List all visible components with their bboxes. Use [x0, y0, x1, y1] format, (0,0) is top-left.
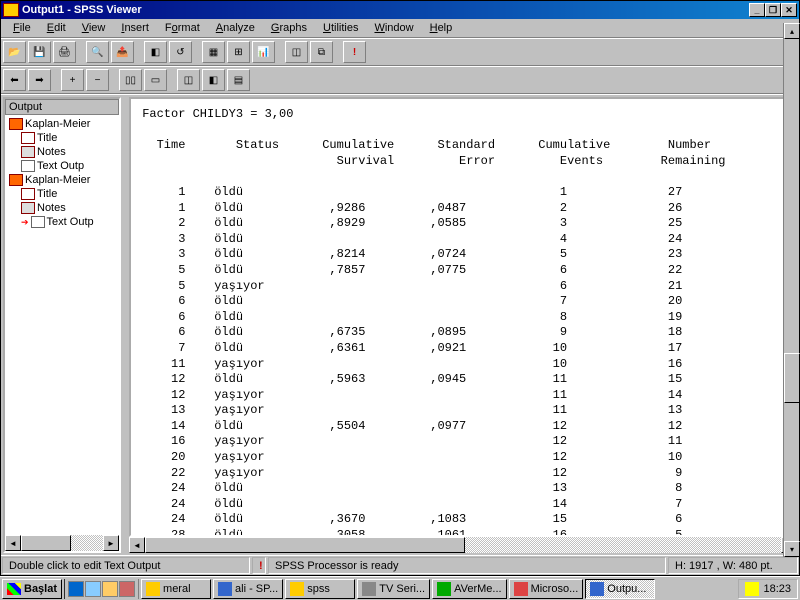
tree-item[interactable]: Notes — [7, 201, 117, 215]
app-window: Output1 - SPSS Viewer _ ❐ ✕ File Edit Vi… — [0, 0, 800, 576]
windows-flag-icon — [7, 583, 21, 595]
tree-item[interactable]: Kaplan-Meier — [7, 117, 117, 131]
status-processor: SPSS Processor is ready — [268, 557, 666, 574]
outline-tree[interactable]: Kaplan-MeierTitleNotesText OutpKaplan-Me… — [5, 115, 119, 535]
dialog-icon[interactable]: ◧ — [144, 41, 167, 63]
window-title: Output1 - SPSS Viewer — [22, 4, 749, 16]
taskbar-item[interactable]: spss — [285, 579, 355, 599]
taskbar-item[interactable]: meral — [141, 579, 211, 599]
taskbar-item[interactable]: Outpu... — [585, 579, 655, 599]
ql-app-icon[interactable] — [119, 581, 135, 597]
ql-ie-icon[interactable] — [68, 581, 84, 597]
start-label: Başlat — [24, 583, 57, 595]
taskbar-item[interactable]: TV Seri... — [357, 579, 430, 599]
open-icon[interactable]: 📂 — [3, 41, 26, 63]
save-icon[interactable]: 💾 — [28, 41, 51, 63]
outline-icon[interactable]: ▯▯ — [119, 69, 142, 91]
start-button[interactable]: Başlat — [2, 579, 62, 599]
toolbar-2: ⬅ ➡ + − ▯▯ ▭ ◫ ◧ ▤ — [1, 66, 799, 94]
back-icon[interactable]: ⬅ — [3, 69, 26, 91]
taskbar-item[interactable]: AVerMe... — [432, 579, 506, 599]
demote-icon[interactable]: − — [86, 69, 109, 91]
status-flag-icon: ! — [252, 557, 266, 574]
tree-hscroll[interactable]: ◄► — [5, 535, 119, 551]
output-vscroll[interactable]: ▴ ▾ — [783, 94, 799, 555]
menu-help[interactable]: Help — [422, 20, 461, 36]
export-icon[interactable]: 📤 — [111, 41, 134, 63]
goto-icon[interactable]: ▦ — [202, 41, 225, 63]
status-bar: Double click to edit Text Output ! SPSS … — [1, 555, 799, 575]
tree-item[interactable]: Title — [7, 187, 117, 201]
minimize-button[interactable]: _ — [749, 3, 765, 17]
titlebar: Output1 - SPSS Viewer _ ❐ ✕ — [1, 1, 799, 19]
toolbar-1: 📂 💾 🖨 🔍 📤 ◧ ↺ ▦ ⊞ 📊 ◫ ⧉ ! — [1, 38, 799, 66]
menu-edit[interactable]: Edit — [39, 20, 74, 36]
pane-title: Output — [5, 99, 119, 115]
tree-item[interactable]: Notes — [7, 145, 117, 159]
menu-view[interactable]: View — [74, 20, 114, 36]
menu-file[interactable]: File — [5, 20, 39, 36]
ql-desktop-icon[interactable] — [85, 581, 101, 597]
menu-graphs[interactable]: Graphs — [263, 20, 315, 36]
history-icon[interactable]: ↺ — [169, 41, 192, 63]
status-hint: Double click to edit Text Output — [2, 557, 250, 574]
output-hscroll[interactable]: ◄► — [129, 537, 797, 553]
menu-analyze[interactable]: Analyze — [208, 20, 263, 36]
splitter[interactable] — [123, 95, 127, 555]
maximize-button[interactable]: ❐ — [765, 3, 781, 17]
forward-icon[interactable]: ➡ — [28, 69, 51, 91]
variables-icon[interactable]: ⧉ — [310, 41, 333, 63]
select-icon[interactable]: ◫ — [285, 41, 308, 63]
ql-outlook-icon[interactable] — [102, 581, 118, 597]
close-button[interactable]: ✕ — [781, 3, 797, 17]
output-pane: Factor CHILDY3 = 3,00 Time Status Cumula… — [129, 97, 797, 553]
menu-format[interactable]: Format — [157, 20, 208, 36]
system-tray[interactable]: 18:23 — [738, 579, 798, 599]
taskbar: Başlat meralali - SP...spssTV Seri...AVe… — [0, 576, 800, 600]
menu-insert[interactable]: Insert — [113, 20, 157, 36]
cases-icon[interactable]: ⊞ — [227, 41, 250, 63]
text-output[interactable]: Factor CHILDY3 = 3,00 Time Status Cumula… — [129, 97, 797, 537]
insert-title-icon[interactable]: ◧ — [202, 69, 225, 91]
tree-item[interactable]: Text Outp — [7, 159, 117, 173]
chart-icon[interactable]: 📊 — [252, 41, 275, 63]
menu-utilities[interactable]: Utilities — [315, 20, 366, 36]
status-dims: H: 1917 , W: 480 pt. — [668, 557, 798, 574]
preview-icon[interactable]: 🔍 — [86, 41, 109, 63]
print-icon[interactable]: 🖨 — [53, 41, 76, 63]
taskbar-item[interactable]: ali - SP... — [213, 579, 283, 599]
menubar: File Edit View Insert Format Analyze Gra… — [1, 19, 799, 38]
clock: 18:23 — [763, 583, 791, 595]
run-icon[interactable]: ! — [343, 41, 366, 63]
insert-text-icon[interactable]: ▤ — [227, 69, 250, 91]
promote-icon[interactable]: + — [61, 69, 84, 91]
insert-head-icon[interactable]: ◫ — [177, 69, 200, 91]
page-icon[interactable]: ▭ — [144, 69, 167, 91]
app-icon — [3, 3, 19, 17]
tray-vol-icon[interactable] — [745, 582, 759, 596]
taskbar-item[interactable]: Microso... — [509, 579, 584, 599]
outline-pane: Output Kaplan-MeierTitleNotesText OutpKa… — [3, 97, 121, 553]
menu-window[interactable]: Window — [366, 20, 421, 36]
tree-item[interactable]: ➔Text Outp — [7, 215, 117, 229]
tree-item[interactable]: Kaplan-Meier — [7, 173, 117, 187]
quick-launch — [64, 579, 139, 599]
tree-item[interactable]: Title — [7, 131, 117, 145]
